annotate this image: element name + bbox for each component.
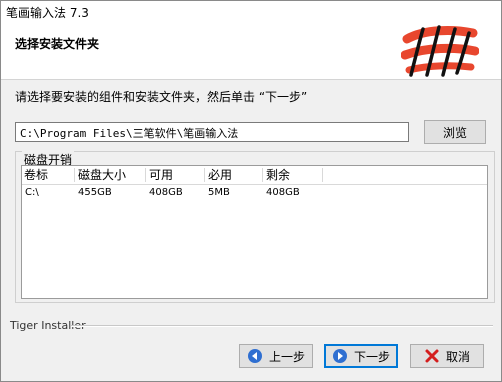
column-divider [145, 168, 146, 182]
column-header-required[interactable]: 必用 [206, 167, 232, 183]
table-header: 卷标 磁盘大小 可用 必用 剩余 [22, 166, 487, 185]
footer-divider [71, 325, 493, 327]
column-divider [204, 168, 205, 182]
arrow-right-icon [332, 349, 347, 363]
tiger-logo-icon [401, 25, 479, 77]
column-header-size[interactable]: 磁盘大小 [76, 167, 126, 183]
column-divider [74, 168, 75, 182]
back-button[interactable]: 上一步 [239, 344, 313, 368]
instruction-text: 请选择要安装的组件和安装文件夹，然后单击 “下一步” [15, 90, 308, 104]
cancel-button-label: 取消 [445, 349, 470, 364]
arrow-left-icon [247, 349, 262, 363]
back-button-label: 上一步 [268, 349, 305, 364]
cell-available: 408GB [149, 187, 183, 198]
cell-remaining: 408GB [266, 187, 300, 198]
table-row[interactable]: C:\ 455GB 408GB 5MB 408GB [22, 185, 487, 201]
title-bar[interactable]: 笔画输入法 7.3 [1, 1, 501, 23]
disk-space-group: 磁盘开销 卷标 磁盘大小 可用 必用 剩余 C:\ 455GB 408GB 5M… [15, 151, 495, 303]
column-header-volume[interactable]: 卷标 [22, 167, 48, 183]
column-header-remaining[interactable]: 剩余 [264, 167, 290, 183]
browse-button[interactable]: 浏览 [424, 120, 486, 144]
cell-required: 5MB [208, 187, 230, 198]
page-title: 选择安装文件夹 [15, 37, 100, 51]
next-button-label: 下一步 [353, 349, 390, 364]
column-divider [322, 168, 323, 182]
cell-volume: C:\ [25, 187, 39, 198]
column-header-available[interactable]: 可用 [147, 167, 173, 183]
disk-table[interactable]: 卷标 磁盘大小 可用 必用 剩余 C:\ 455GB 408GB 5MB 408… [21, 165, 488, 299]
close-icon [425, 349, 439, 363]
install-path-input[interactable]: C:\Program Files\三笔软件\笔画输入法 [15, 122, 409, 142]
column-divider [262, 168, 263, 182]
cell-size: 455GB [78, 187, 112, 198]
page-header: 选择安装文件夹 [1, 23, 501, 80]
installer-window: 笔画输入法 7.3 选择安装文件夹 请选择要安装的组件和安装文件夹，然后单击 “… [0, 0, 502, 382]
window-title: 笔画输入法 7.3 [6, 6, 89, 20]
next-button[interactable]: 下一步 [324, 344, 398, 368]
cancel-button[interactable]: 取消 [410, 344, 484, 368]
